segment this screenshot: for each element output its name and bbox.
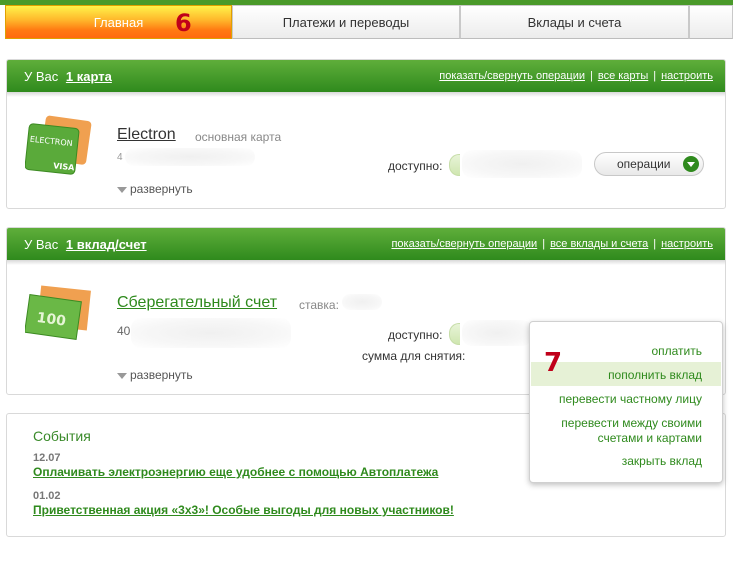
event-link[interactable]: Приветственная акция «3х3»! Особые выгод… <box>33 503 454 517</box>
account-rate-label: ставка: <box>299 298 339 312</box>
tab-main[interactable]: Главная <box>5 5 232 39</box>
menu-item-close-deposit[interactable]: закрыть вклад <box>622 454 702 469</box>
deposits-settings-link[interactable]: настроить <box>661 238 713 250</box>
menu-item-pay[interactable]: оплатить <box>651 344 702 359</box>
card-balance-pill <box>449 154 460 176</box>
card-expand-toggle[interactable]: развернуть <box>117 182 193 196</box>
account-number-redacted <box>131 318 291 348</box>
all-deposits-link[interactable]: все вклады и счета <box>550 238 648 250</box>
event-date: 01.02 <box>33 490 61 502</box>
electron-card-image: ELECTRON VISA <box>25 115 92 175</box>
deposits-prefix: У Вас <box>24 237 59 252</box>
menu-item-transfer-person[interactable]: перевести частному лицу <box>559 392 702 407</box>
toggle-card-operations-link[interactable]: показать/свернуть операции <box>439 70 585 82</box>
toggle-deposit-operations-link[interactable]: показать/свернуть операции <box>391 238 537 250</box>
banknote-image: 100 <box>25 285 91 340</box>
all-cards-link[interactable]: все карты <box>598 70 648 82</box>
account-balance-redacted <box>462 320 532 346</box>
event-date: 12.07 <box>33 452 61 464</box>
deposits-panel-title: У Вас 1 вклад/счет <box>24 237 147 252</box>
card-name-link[interactable]: Electron <box>117 126 176 144</box>
account-name-link[interactable]: Сберегательный счет <box>117 294 277 312</box>
menu-item-top-up-deposit[interactable]: пополнить вклад <box>608 368 702 383</box>
annotation-marker-6: 6 <box>175 9 192 37</box>
cards-count-link[interactable]: 1 карта <box>66 69 112 84</box>
triangle-down-icon <box>117 372 127 379</box>
annotation-marker-7: 7 <box>544 348 563 378</box>
cards-prefix: У Вас <box>24 69 59 84</box>
cards-panel: У Вас 1 карта показать/свернуть операции… <box>6 59 726 209</box>
account-expand-label: развернуть <box>130 368 193 382</box>
tab-more[interactable] <box>689 5 733 39</box>
deposits-panel-header: У Вас 1 вклад/счет показать/свернуть опе… <box>7 228 725 260</box>
card-operations-label: операции <box>617 157 671 171</box>
card-operations-button[interactable]: операции <box>594 152 704 176</box>
card-subtitle: основная карта <box>195 130 282 144</box>
triangle-down-icon <box>117 186 127 193</box>
account-rate-redacted <box>342 294 382 310</box>
account-withdraw-label: сумма для снятия: <box>362 349 466 363</box>
tab-deposits[interactable]: Вклады и счета <box>460 5 689 39</box>
deposits-panel-links: показать/свернуть операции | все вклады и … <box>391 238 713 250</box>
account-operations-dropdown: 7 оплатить пополнить вклад перевести час… <box>529 321 723 483</box>
card-number: 4 <box>117 152 123 163</box>
cards-panel-header: У Вас 1 карта показать/свернуть операции… <box>7 60 725 92</box>
main-tabs: Главная 6 Платежи и переводы Вклады и сч… <box>0 5 733 41</box>
cards-panel-title: У Вас 1 карта <box>24 69 112 84</box>
tab-payments[interactable]: Платежи и переводы <box>232 5 460 39</box>
account-balance-pill <box>449 323 460 345</box>
cards-panel-links: показать/свернуть операции | все карты | нас… <box>439 70 713 82</box>
account-expand-toggle[interactable]: развернуть <box>117 368 193 382</box>
card-expand-label: развернуть <box>130 182 193 196</box>
card-available-label: доступно: <box>388 159 443 173</box>
chevron-down-icon <box>683 156 699 172</box>
event-link[interactable]: Оплачивать электроэнергию еще удобнее с … <box>33 465 438 479</box>
menu-item-transfer-own-line2[interactable]: счетами и картами <box>598 431 702 446</box>
card-number-redacted <box>125 148 255 166</box>
deposits-count-link[interactable]: 1 вклад/счет <box>66 237 147 252</box>
tab-deposits-label: Вклады и счета <box>527 14 622 30</box>
card-balance-redacted <box>462 150 582 178</box>
menu-item-transfer-own-line1[interactable]: перевести между своими <box>561 416 702 431</box>
events-title: События <box>33 428 91 444</box>
cards-settings-link[interactable]: настроить <box>661 70 713 82</box>
account-available-label: доступно: <box>388 328 443 342</box>
tab-payments-label: Платежи и переводы <box>282 14 410 30</box>
account-number: 40 <box>117 324 131 338</box>
tab-main-label: Главная <box>93 14 144 30</box>
